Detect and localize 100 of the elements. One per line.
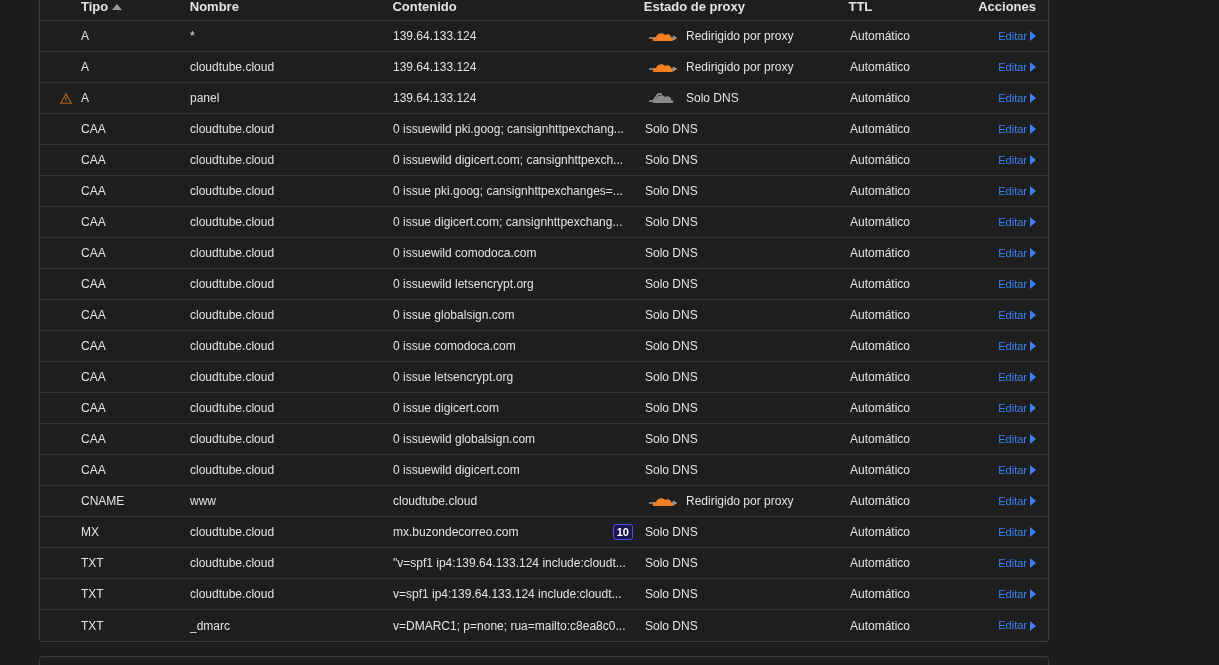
record-content: 0 issuewild digicert.com; cansignhttpexch... <box>393 152 624 169</box>
edit-link[interactable]: Editar <box>998 58 1036 76</box>
record-content: 139.64.133.124 <box>393 90 477 107</box>
record-name: cloudtube.cloud <box>190 152 275 169</box>
edit-link[interactable]: Editar <box>998 151 1036 169</box>
ttl-value: Automático <box>850 555 911 572</box>
proxy-status: Solo DNS <box>686 90 739 107</box>
caret-icon <box>1030 341 1036 351</box>
edit-link[interactable]: Editar <box>998 523 1036 541</box>
ttl-value: Automático <box>850 400 911 417</box>
record-name: cloudtube.cloud <box>190 183 275 200</box>
record-content: 139.64.133.124 <box>393 59 477 76</box>
record-name: cloudtube.cloud <box>190 524 275 541</box>
proxy-status: Solo DNS <box>645 524 698 541</box>
edit-link[interactable]: Editar <box>998 461 1036 479</box>
edit-link[interactable]: Editar <box>998 120 1036 138</box>
priority-badge: 10 <box>612 524 633 540</box>
record-type: CAA <box>81 369 106 386</box>
record-type: CAA <box>81 152 106 169</box>
proxy-status: Solo DNS <box>645 307 698 324</box>
caret-icon <box>1030 310 1036 320</box>
record-type: CAA <box>81 462 106 479</box>
record-type: CAA <box>81 338 106 355</box>
column-header[interactable]: Nombre <box>189 0 239 17</box>
edit-link[interactable]: Editar <box>998 213 1036 231</box>
ttl-value: Automático <box>850 245 911 262</box>
edit-link[interactable]: Editar <box>998 492 1036 510</box>
record-name: www <box>190 493 216 510</box>
edit-link[interactable]: Editar <box>998 27 1036 45</box>
caret-icon <box>1030 620 1036 631</box>
ttl-value: Automático <box>850 338 911 355</box>
record-content: 0 issuewild pki.goog; cansignhttpexchang... <box>393 121 624 138</box>
caret-icon <box>1030 93 1036 103</box>
ttl-value: Automático <box>850 121 911 138</box>
proxy-status: Solo DNS <box>645 586 698 603</box>
record-name: cloudtube.cloud <box>190 400 275 417</box>
caret-icon <box>1030 124 1036 134</box>
proxy-status: Solo DNS <box>645 245 698 262</box>
edit-link[interactable]: Editar <box>998 399 1036 417</box>
caret-icon <box>1030 372 1036 382</box>
ttl-value: Automático <box>850 431 911 448</box>
edit-link[interactable]: Editar <box>998 89 1036 107</box>
record-name: cloudtube.cloud <box>190 586 275 603</box>
edit-link[interactable]: Editar <box>998 554 1036 572</box>
proxy-status: Redirigido por proxy <box>686 59 794 76</box>
caret-icon <box>1030 248 1036 258</box>
proxy-status: Solo DNS <box>645 152 698 169</box>
edit-link[interactable]: Editar <box>998 182 1036 200</box>
edit-link[interactable]: Editar <box>998 585 1036 603</box>
ttl-value: Automático <box>850 369 911 386</box>
edit-link[interactable]: Editar <box>998 306 1036 324</box>
record-name: * <box>190 28 195 45</box>
record-content: 0 issuewild letsencrypt.org <box>393 276 534 293</box>
column-header[interactable]: Estado de proxy <box>643 0 745 17</box>
edit-link[interactable]: Editar <box>998 368 1036 386</box>
record-content: 139.64.133.124 <box>393 28 477 45</box>
proxy-status: Solo DNS <box>645 276 698 293</box>
edit-link[interactable]: Editar <box>998 617 1036 634</box>
edit-link[interactable]: Editar <box>998 275 1036 293</box>
proxy-status: Solo DNS <box>645 338 698 355</box>
column-header[interactable]: TTL <box>848 0 873 17</box>
ttl-value: Automático <box>850 307 911 324</box>
record-name: cloudtube.cloud <box>190 555 275 572</box>
record-content: "v=spf1 ip4:139.64.133.124 include:cloudt... <box>393 555 626 572</box>
record-content: 0 issue globalsign.com <box>393 307 515 324</box>
record-type: CAA <box>81 121 106 138</box>
record-name: cloudtube.cloud <box>190 338 275 355</box>
proxy-status: Solo DNS <box>645 214 698 231</box>
column-header[interactable]: Tipo <box>81 0 123 17</box>
record-type: TXT <box>81 555 104 572</box>
column-header[interactable]: Acciones <box>978 0 1036 17</box>
ttl-value: Automático <box>850 493 911 510</box>
edit-link[interactable]: Editar <box>998 337 1036 355</box>
record-type: CAA <box>81 245 106 262</box>
record-type: CAA <box>81 276 106 293</box>
record-name: cloudtube.cloud <box>190 276 275 293</box>
caret-icon <box>1030 155 1036 165</box>
caret-icon <box>1030 217 1036 227</box>
record-type: CAA <box>81 307 106 324</box>
edit-link[interactable]: Editar <box>998 244 1036 262</box>
caret-icon <box>1030 589 1036 599</box>
record-content: 0 issue letsencrypt.org <box>393 369 514 386</box>
record-type: MX <box>81 524 99 541</box>
proxy-status: Solo DNS <box>645 555 698 572</box>
proxy-status: Solo DNS <box>645 617 698 635</box>
record-name: cloudtube.cloud <box>190 59 275 76</box>
caret-icon <box>1030 434 1036 444</box>
record-name: cloudtube.cloud <box>190 462 275 479</box>
proxy-status: Redirigido por proxy <box>686 493 794 510</box>
caret-icon <box>1030 62 1036 72</box>
record-type: CAA <box>81 431 106 448</box>
record-content: 0 issue digicert.com; cansignhttpexchang... <box>393 214 623 231</box>
ttl-value: Automático <box>850 214 911 231</box>
column-header[interactable]: Contenido <box>392 0 457 17</box>
proxy-status: Solo DNS <box>645 121 698 138</box>
edit-link[interactable]: Editar <box>998 430 1036 448</box>
ttl-value: Automático <box>850 617 911 635</box>
record-type: A <box>81 59 89 76</box>
caret-icon <box>1030 496 1036 506</box>
record-content: 0 issue pki.goog; cansignhttpexchanges=... <box>393 183 623 200</box>
